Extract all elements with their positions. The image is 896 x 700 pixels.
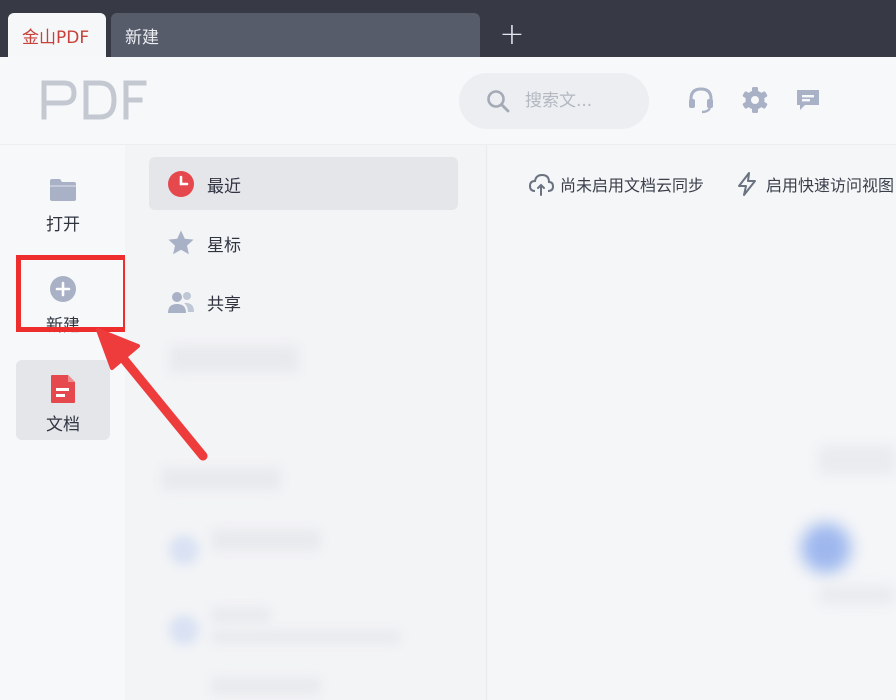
tab-bar: 金山PDF 新建 + — [0, 0, 896, 57]
rail-item-open[interactable]: 打开 — [16, 160, 110, 240]
gear-icon[interactable] — [740, 85, 770, 115]
blurred-content — [211, 630, 401, 644]
cloud-sync-icon — [528, 173, 554, 196]
main-panel: 尚未启用文档云同步 启用快速访问视图 — [488, 145, 896, 700]
blurred-content — [801, 523, 851, 573]
blurred-content — [211, 529, 321, 551]
tab-label: 新建 — [125, 27, 159, 48]
star-icon — [168, 230, 194, 255]
blurred-content — [169, 535, 199, 565]
document-icon — [51, 375, 75, 403]
blurred-content — [818, 445, 896, 475]
annotation-arrow-icon — [96, 328, 208, 461]
add-tab-button[interactable]: + — [499, 20, 525, 50]
tab-new[interactable]: 新建 — [111, 13, 480, 57]
clock-icon — [168, 171, 194, 197]
chat-icon[interactable] — [793, 85, 823, 115]
app-header — [0, 57, 896, 145]
search-icon — [487, 90, 510, 113]
action-label: 启用快速访问视图 — [766, 176, 895, 195]
cloud-sync-button[interactable]: 尚未启用文档云同步 — [528, 171, 704, 197]
nav-item-recent[interactable]: 最近 — [149, 157, 458, 210]
quick-access-button[interactable]: 启用快速访问视图 — [734, 171, 894, 197]
blurred-content — [169, 615, 199, 645]
search-box[interactable] — [459, 73, 649, 129]
blurred-content — [161, 467, 281, 491]
nav-item-label: 星标 — [207, 236, 241, 256]
blurred-content — [211, 607, 271, 623]
nav-item-starred[interactable]: 星标 — [149, 216, 458, 269]
nav-item-label: 最近 — [207, 177, 241, 197]
lightning-icon — [738, 172, 756, 196]
tab-label: 金山PDF — [22, 27, 90, 48]
headset-icon[interactable] — [686, 85, 716, 115]
action-label: 尚未启用文档云同步 — [560, 176, 705, 195]
blurred-content — [818, 585, 896, 605]
search-input[interactable] — [525, 87, 635, 115]
rail-item-label: 打开 — [46, 215, 80, 235]
folder-icon — [50, 179, 76, 201]
tab-kingsoft-pdf[interactable]: 金山PDF — [8, 13, 106, 57]
blurred-content — [211, 677, 321, 695]
nav-item-label: 共享 — [207, 295, 241, 315]
pdf-logo-icon — [41, 80, 147, 120]
people-icon — [168, 292, 194, 313]
